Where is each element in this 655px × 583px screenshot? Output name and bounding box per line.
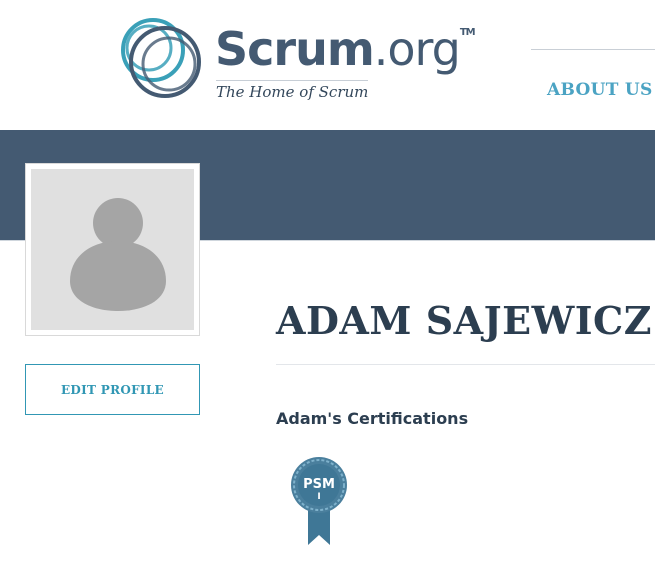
badge-level: I bbox=[317, 492, 321, 502]
nav-divider bbox=[531, 49, 655, 50]
nav-about-us-link[interactable]: ABOUT US bbox=[547, 80, 653, 100]
certifications-heading: Adam's Certifications bbox=[276, 409, 469, 428]
logo-word-main: Scrum bbox=[215, 22, 375, 76]
logo-tagline: The Home of Scrum bbox=[216, 80, 369, 101]
badge-acronym: PSM bbox=[303, 477, 335, 492]
profile-name: ADAM SAJEWICZ bbox=[276, 298, 653, 343]
avatar-placeholder bbox=[31, 169, 194, 330]
logo-swirl-icon bbox=[121, 18, 201, 98]
user-silhouette-icon bbox=[70, 198, 166, 311]
certification-ribbon-icon bbox=[291, 457, 347, 545]
trademark-mark: TM bbox=[459, 27, 476, 38]
logo-word-suffix: .org bbox=[373, 22, 461, 76]
scrum-org-logo[interactable]: Scrum.orgTM The Home of Scrum bbox=[115, 12, 476, 107]
name-divider bbox=[276, 364, 655, 365]
avatar bbox=[25, 163, 200, 336]
logo-wordmark: Scrum.orgTM bbox=[215, 26, 476, 72]
site-header: Scrum.orgTM The Home of Scrum ABOUT US bbox=[0, 0, 655, 130]
edit-profile-button[interactable]: EDIT PROFILE bbox=[25, 364, 200, 415]
psm-badge[interactable]: PSM I bbox=[290, 455, 350, 550]
